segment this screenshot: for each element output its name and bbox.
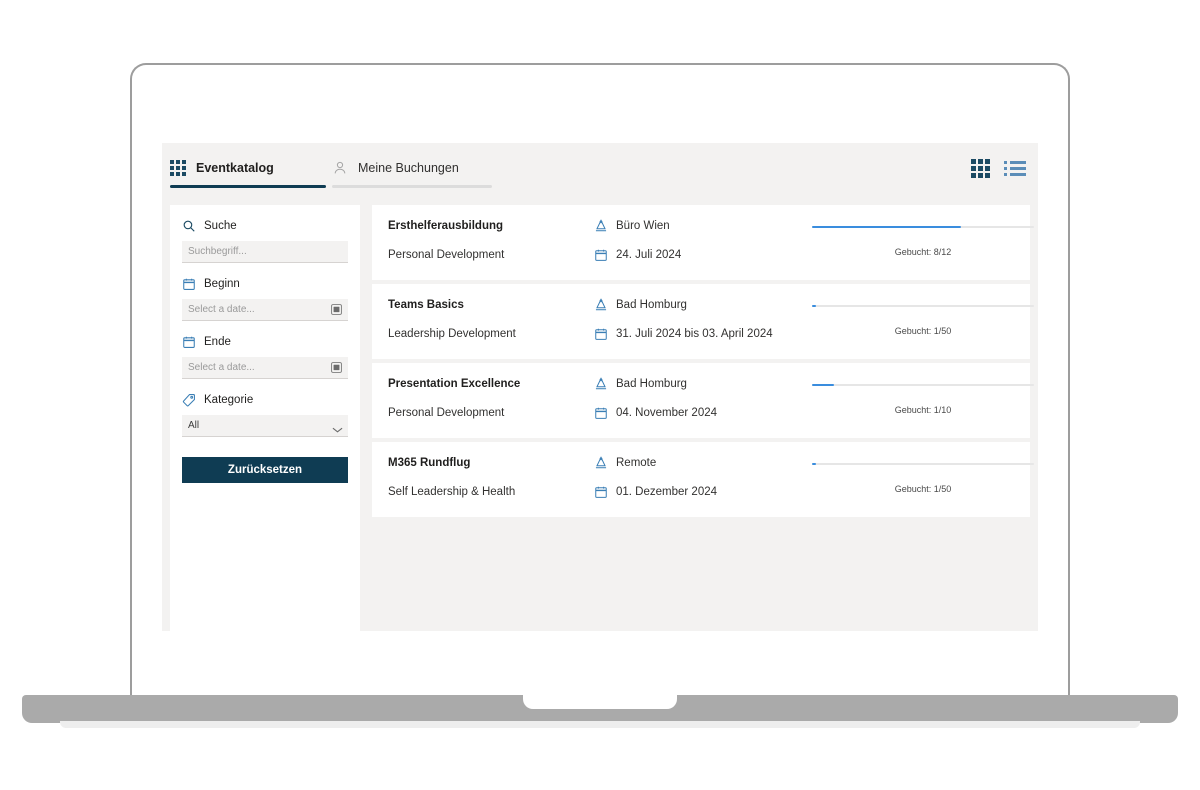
location-icon [595,456,607,469]
capacity-progress-fill [812,226,961,228]
tab-eventkatalog-label: Eventkatalog [196,161,274,175]
tab-bar: Eventkatalog Meine Buchungen [162,143,1038,205]
filter-kategorie-text: Kategorie [204,394,254,406]
event-date: 24. Juli 2024 [594,248,681,262]
list-view-icon[interactable] [1004,161,1026,176]
filter-label-ende: Ende [182,335,348,349]
filter-ende-text: Ende [204,336,231,348]
event-location: Bad Homburg [594,377,687,391]
filter-suche-text: Suche [204,220,237,232]
booked-count-label: Gebucht: 8/12 [894,247,952,257]
event-title: Ersthelferausbildung [388,220,504,232]
capacity-progress-bar [812,463,1034,465]
event-card[interactable]: M365 Rundflug Self Leadership & Health Rem… [372,442,1034,517]
location-icon [595,377,607,390]
capacity-progress-bar [812,305,1034,307]
event-card[interactable]: Ersthelferausbildung Personal Development… [372,205,1034,280]
event-location: Bad Homburg [594,298,687,312]
filter-label-suche: Suche [182,219,348,233]
tab-active-indicator [170,185,326,188]
ende-date-placeholder: Select a date... [188,362,255,373]
event-location: Büro Wien [594,219,670,233]
event-category: Self Leadership & Health [388,486,516,498]
event-category: Personal Development [388,407,505,419]
capacity-progress-fill [812,384,835,386]
search-input[interactable]: Suchbegriff... [182,241,348,263]
event-location-text: Bad Homburg [616,299,687,311]
calendar-icon [183,278,195,290]
event-card[interactable]: Presentation Excellence Personal Developm… [372,363,1034,438]
search-icon [183,220,195,232]
search-input-placeholder: Suchbegriff... [188,246,247,257]
laptop-base-shadow [60,721,1140,728]
filter-label-kategorie: Kategorie [182,393,348,407]
booked-count-label: Gebucht: 1/50 [894,484,952,494]
capacity-progress-bar [812,384,1034,386]
beginn-calendar-picker-icon[interactable] [330,303,343,321]
capacity-progress-fill [812,463,817,465]
grid-view-icon[interactable] [971,159,990,178]
app-viewport: Eventkatalog Meine Buchungen Suche Suchb… [162,143,1038,631]
beginn-date-placeholder: Select a date... [188,304,255,315]
location-icon [595,298,607,311]
filter-beginn-text: Beginn [204,278,240,290]
content-area: Suche Suchbegriff... Beginn Select a dat… [162,205,1038,631]
event-category: Personal Development [388,249,505,261]
tab-meine-buchungen-label: Meine Buchungen [358,161,459,175]
event-list: Ersthelferausbildung Personal Development… [372,205,1034,631]
event-location: Remote [594,456,656,470]
capacity-progress-fill [812,305,817,307]
event-title: Presentation Excellence [388,378,521,390]
event-date-text: 01. Dezember 2024 [616,486,718,498]
grid-icon [170,160,186,176]
calendar-icon [595,328,607,340]
event-date: 04. November 2024 [594,406,717,420]
laptop-mockup: Eventkatalog Meine Buchungen Suche Suchb… [0,0,1200,790]
view-toggle [971,159,1026,178]
filter-sidebar: Suche Suchbegriff... Beginn Select a dat… [170,205,360,631]
event-location-text: Büro Wien [616,220,670,232]
event-card[interactable]: Teams Basics Leadership Development Bad Ho… [372,284,1034,359]
event-date-text: 24. Juli 2024 [616,249,682,261]
calendar-icon [595,486,607,498]
capacity-progress-bar [812,226,1034,228]
tab-inactive-indicator [332,185,492,188]
kategorie-selected-value: All [188,420,200,431]
event-date: 01. Dezember 2024 [594,485,717,499]
calendar-icon [595,249,607,261]
kategorie-select[interactable]: All [182,415,348,437]
person-icon [332,160,348,176]
event-title: Teams Basics [388,299,464,311]
reset-button[interactable]: Zurücksetzen [182,457,348,483]
tab-eventkatalog[interactable]: Eventkatalog [170,151,274,185]
chevron-down-icon[interactable] [332,421,343,439]
location-icon [595,219,607,232]
filter-label-beginn: Beginn [182,277,348,291]
calendar-icon [595,407,607,419]
beginn-date-input[interactable]: Select a date... [182,299,348,321]
booked-count-label: Gebucht: 1/10 [894,405,952,415]
tab-meine-buchungen[interactable]: Meine Buchungen [332,151,459,185]
calendar-icon [183,336,195,348]
event-location-text: Bad Homburg [616,378,687,390]
booked-count-label: Gebucht: 1/50 [894,326,952,336]
event-date-text: 04. November 2024 [616,407,718,419]
ende-calendar-picker-icon[interactable] [330,361,343,379]
event-category: Leadership Development [388,328,516,340]
event-location-text: Remote [616,457,657,469]
event-date-text: 31. Juli 2024 bis 03. April 2024 [616,328,773,340]
laptop-base-notch [523,695,677,709]
tag-icon [182,394,195,407]
event-date: 31. Juli 2024 bis 03. April 2024 [594,327,773,341]
event-title: M365 Rundflug [388,457,471,469]
ende-date-input[interactable]: Select a date... [182,357,348,379]
